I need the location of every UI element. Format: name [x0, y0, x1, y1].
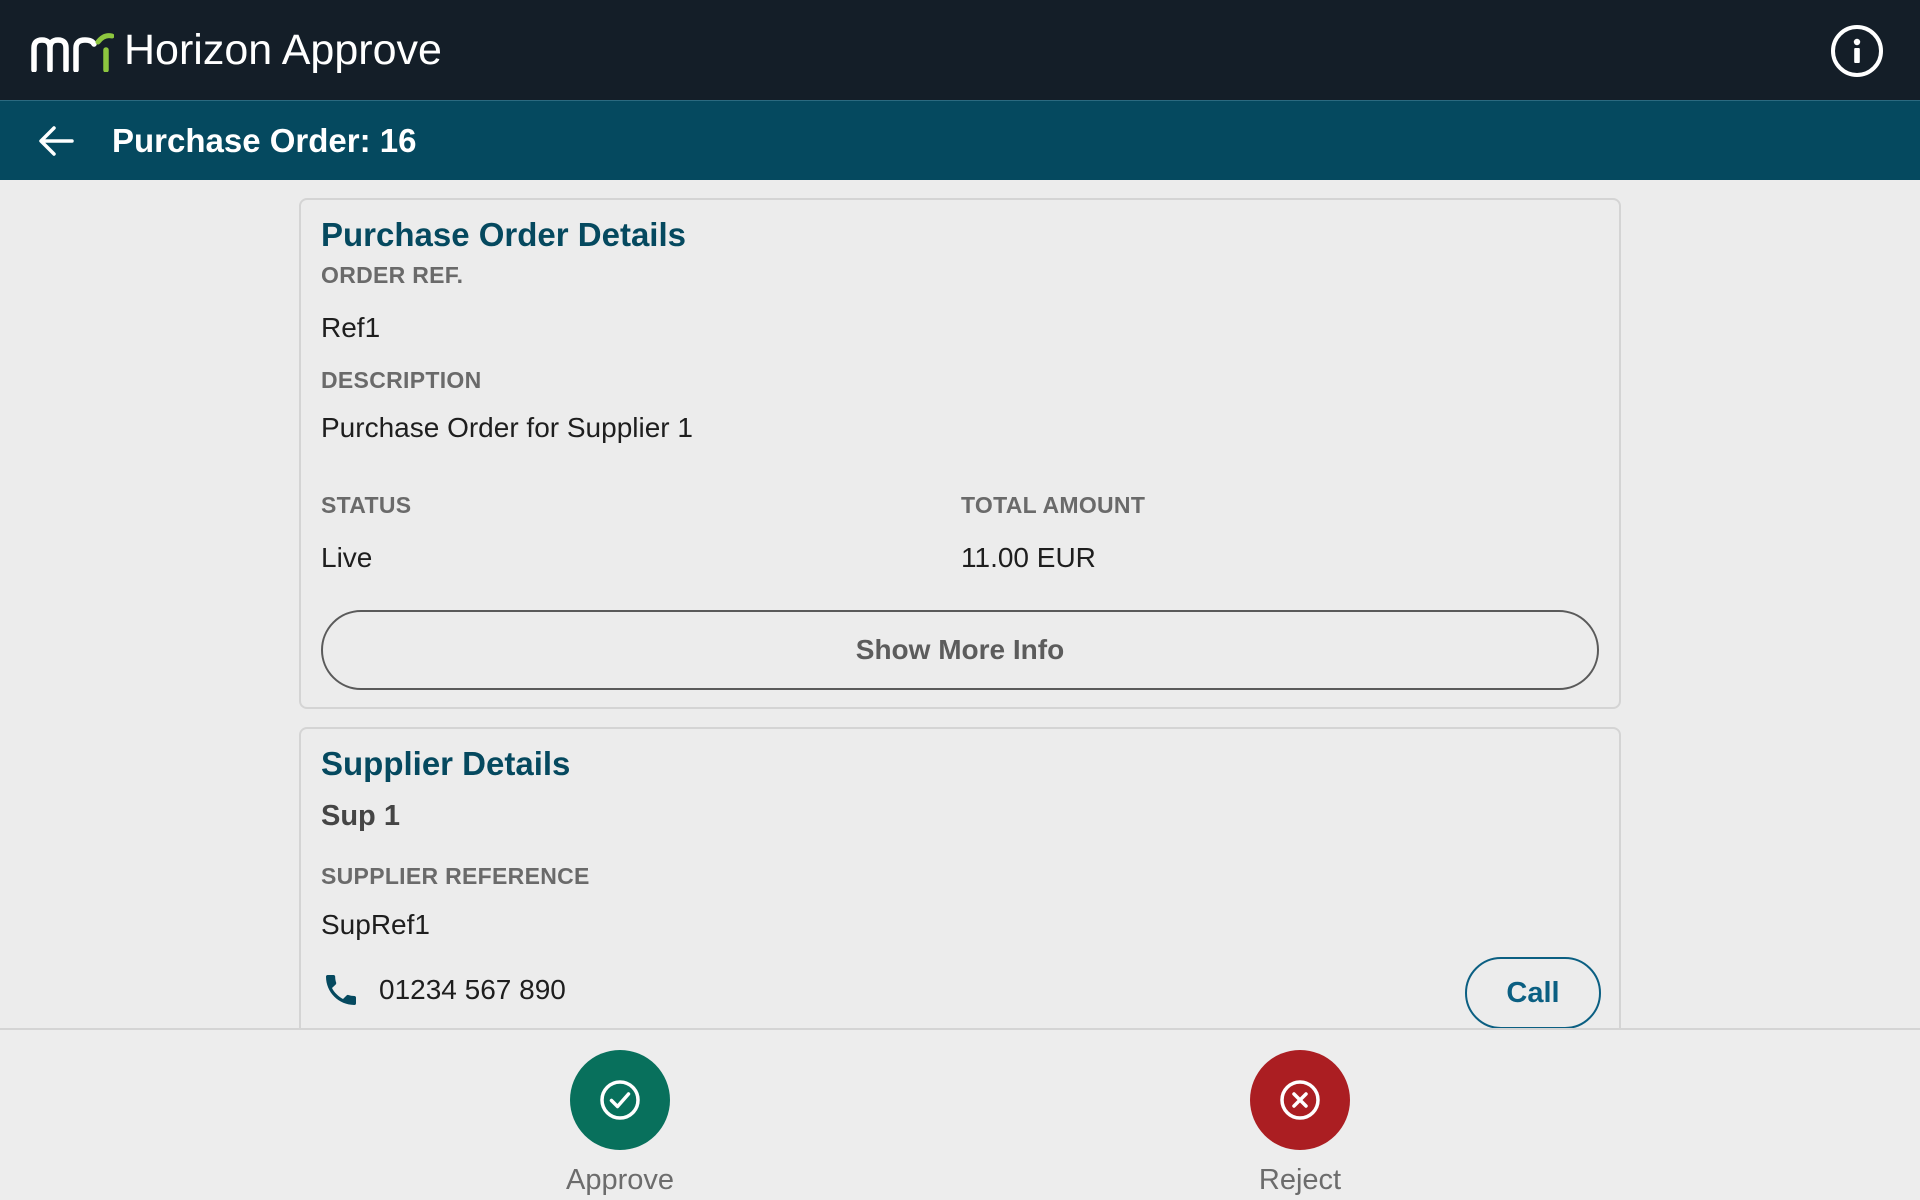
section-title-purchase-order: Purchase Order Details [321, 216, 686, 253]
back-button[interactable] [30, 117, 82, 165]
approve-label: Approve [565, 1164, 674, 1196]
approve-circle[interactable] [570, 1050, 670, 1150]
mri-logo [31, 33, 114, 72]
info-icon [1853, 38, 1861, 63]
status-label: STATUS [321, 492, 412, 518]
back-arrow-icon [39, 126, 74, 156]
app-title: Horizon Approve [124, 26, 442, 74]
order-ref-label: ORDER REF. [321, 262, 464, 288]
show-more-info-button[interactable]: Show More Info [321, 610, 1599, 690]
reject-button[interactable]: Reject [1230, 1050, 1370, 1198]
description-value: Purchase Order for Supplier 1 [321, 412, 693, 443]
action-bar: Approve Reject [0, 1028, 1920, 1200]
reject-circle[interactable] [1250, 1050, 1350, 1150]
x-circle-icon [1280, 1080, 1320, 1120]
supplier-name: Sup 1 [321, 800, 400, 832]
section-title-supplier: Supplier Details [321, 745, 571, 782]
supplier-reference-label: SUPPLIER REFERENCE [321, 863, 590, 889]
check-circle-icon [600, 1080, 640, 1120]
approve-button[interactable]: Approve [550, 1050, 690, 1198]
page-header: Purchase Order: 16 [0, 100, 1920, 180]
info-button[interactable] [1831, 25, 1883, 77]
purchase-order-card: Purchase Order Details ORDER REF. Ref1 D… [299, 198, 1621, 709]
total-amount-label: TOTAL AMOUNT [961, 492, 1146, 518]
app-bar: Horizon Approve [0, 0, 1920, 100]
description-label: DESCRIPTION [321, 367, 482, 393]
phone-row: 01234 567 890 [321, 970, 566, 1010]
reject-label: Reject [1258, 1164, 1342, 1196]
order-ref-value: Ref1 [321, 312, 381, 343]
total-amount-value: 11.00 EUR [961, 542, 1096, 573]
phone-icon [326, 975, 356, 1005]
status-value: Live [321, 542, 373, 573]
supplier-card: Supplier Details Sup 1 SUPPLIER REFERENC… [299, 727, 1621, 1077]
phone-number: 01234 567 890 [379, 974, 566, 1005]
call-button[interactable]: Call [1465, 957, 1601, 1029]
page-title: Purchase Order: 16 [112, 122, 417, 159]
supplier-reference-value: SupRef1 [321, 909, 430, 940]
